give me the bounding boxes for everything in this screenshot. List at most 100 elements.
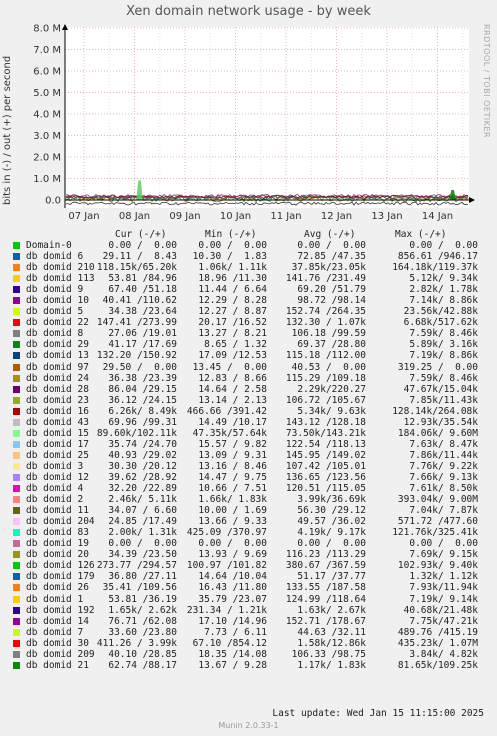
legend-max: 7.86k/11.44k [409,449,478,461]
legend-avg: 115.18 /112.00 [285,350,366,362]
legend-swatch [13,507,20,515]
legend-swatch [13,385,20,393]
legend-name: db domid 19 [26,538,89,550]
legend-cur: 40.93 /29.02 [108,449,177,461]
legend-swatch [13,496,20,504]
legend-row: db domid 179 36.80 /27.11 14.64 /10.04 51.1… [12,571,492,582]
legend-cur: 0.00 / 0.00 [108,538,177,550]
legend-min: 17.09 /12.53 [198,350,267,362]
legend-row: db domid 11 34.07 / 6.60 10.00 / 1.69 56.30… [12,505,492,516]
legend-min: 0.00 / 0.00 [198,538,267,550]
legend-min: 14.64 /10.04 [198,571,267,583]
legend-max: 7.14k/ 8.86k [409,295,478,307]
legend-row: db domid 28 86.04 /29.15 14.64 / 2.58 2.29k… [12,384,492,395]
legend-avg: 115.29 /109.18 [285,372,366,384]
legend-name: db domid 179 [26,571,95,583]
legend-name: db domid 1 [26,593,84,605]
legend-row: db domid 3 30.30 /20.12 13.16 / 8.46 107.42… [12,461,492,472]
legend-max: 7.19k/ 8.86k [409,350,478,362]
legend-name: db domid 11 [26,505,89,517]
legend-row: db domid 24 36.38 /23.39 12.83 / 8.66 115.2… [12,373,492,384]
legend-name: db domid 16 [26,405,89,417]
legend-swatch [13,639,20,647]
legend-avg: 0.00 / 0.00 [297,240,366,251]
legend-swatch [13,396,20,404]
legend-max: 7.66k/ 9.13k [409,471,478,483]
legend-avg: 0.00 / 0.00 [297,538,366,550]
legend-swatch [13,407,20,415]
legend-avg: 5.34k/ 9.63k [297,405,366,417]
plot-area [65,27,469,208]
legend-avg: 51.17 /37.77 [297,571,366,583]
x-tick-label: 13 Jan [371,211,402,222]
legend-avg: 106.33 /98.75 [291,648,366,660]
legend-min: 13.27 / 8.21 [198,328,267,340]
legend-cur: 27.06 /19.01 [108,328,177,340]
legend-swatch [13,573,20,581]
x-tick-label: 12 Jan [321,211,352,222]
legend-name: db domid 20 [26,549,89,561]
legend-avg: 152.71 /178.67 [285,615,366,627]
legend-max: 2.82k/ 1.78k [409,284,478,296]
x-tick-label: 10 Jan [220,211,251,222]
y-tick-label: 3.0 M [33,131,61,142]
legend-max: 319.25 / 0.00 [397,361,478,373]
legend-row: db domid 21 62.74 /88.17 13.67 / 9.28 1.17k… [12,660,492,671]
legend-min: 14.64 / 2.58 [198,383,267,395]
x-tick-label: 08 Jan [119,211,150,222]
legend-max: 7.19k/ 9.14k [409,593,478,605]
legend-min: 12.29 / 8.28 [198,295,267,307]
legend-row: db domid 20 34.39 /23.50 13.93 / 9.69 116.2… [12,549,492,560]
legend-name: db domid 14 [26,615,89,627]
legend-min: 13.14 / 2.13 [198,394,267,406]
legend-min: 67.10 /854.12 [192,637,267,649]
legend-cur: 30.30 /20.12 [108,460,177,472]
legend-swatch [13,540,20,548]
legend-swatch [13,319,20,327]
legend-avg: 132.30 / 1.07k [285,317,366,329]
legend-max: 856.61 /946.17 [397,251,478,263]
legend-cur: 2.00k/ 1.31k [108,527,177,539]
legend-swatch [13,341,20,349]
legend-min: 231.34 / 1.21k [186,604,267,616]
legend-max: 393.04k/ 9.00M [397,494,478,506]
legend-min: 14.49 /10.17 [198,416,267,428]
legend-min: 15.57 / 9.82 [198,438,267,450]
legend-name: db domid 6 [26,251,84,263]
legend-name: db domid 30 [26,637,89,649]
legend-cur: 40.41 /110.62 [102,295,177,307]
legend-row: db domid 30 411.26 / 3.99k 67.10 /854.12 1.… [12,638,492,649]
legend-name: db domid 210 [26,262,95,274]
legend-swatch [13,418,20,426]
legend-row: db domid 7 33.60 /23.80 7.73 / 6.11 44.63 /… [12,627,492,638]
x-axis-arrow [469,197,475,203]
y-tick-label: 6.0 M [33,67,61,78]
legend-cur: 36.12 /24.15 [108,394,177,406]
legend-avg: 44.63 /32.11 [297,626,366,638]
legend-max: 435.23k/ 1.07M [397,637,478,649]
legend-min: 35.79 /23.07 [198,593,267,605]
legend-avg: 4.19k/ 9.17k [297,527,366,539]
legend-max: 121.76k/325.41k [392,527,478,539]
last-update: Last update: Wed Jan 15 11:15:00 2025 [272,708,484,719]
legend-cur: 69.96 /99.31 [108,416,177,428]
legend-swatch [13,617,20,625]
legend-min: 11.44 / 6.64 [198,284,267,296]
header-avg: Avg (-/+) [304,229,356,240]
legend-cur: 147.41 /273.99 [96,317,177,329]
legend-max: 40.68k/21.48k [403,604,478,616]
legend-max: 12.93k/35.54k [403,416,478,428]
legend-cur: 29.11 / 8.43 [102,251,177,263]
legend-row: db domid 2 2.46k/ 5.11k 1.66k/ 1.83k 3.99k/… [12,494,492,505]
legend-min: 13.67 / 9.28 [198,659,267,671]
legend-cur: 2.46k/ 5.11k [108,494,177,506]
legend-cur: 67.40 /51.18 [108,284,177,296]
legend-avg: 72.85 /47.35 [297,251,366,263]
legend-row: db domid 26 35.41 /109.56 16.43 /11.80 133.… [12,582,492,593]
legend-avg: 116.23 /113.29 [285,549,366,561]
legend-swatch [13,308,20,316]
legend-max: 1.32k/ 1.12k [409,571,478,583]
legend-swatch [13,661,20,669]
legend-max: 23.56k/42.88k [403,306,478,318]
legend-min: 16.43 /11.80 [198,582,267,594]
